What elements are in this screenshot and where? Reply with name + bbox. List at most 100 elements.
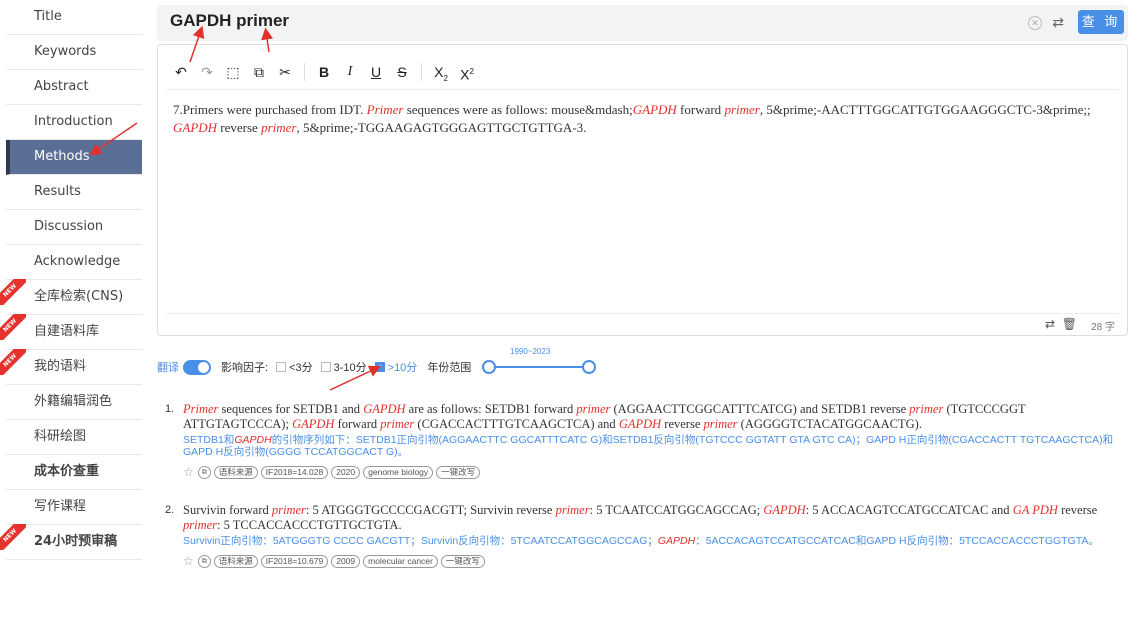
editor-content[interactable]: 7.Primers were purchased from IDT. Prime… bbox=[173, 101, 1097, 137]
sidebar-item[interactable]: NEW 我的语料 bbox=[0, 349, 142, 385]
copy-icon[interactable]: ⧉ bbox=[197, 554, 211, 568]
sidebar-item-label: 我的语料 bbox=[34, 359, 87, 374]
rewrite-button[interactable]: 一键改写 bbox=[440, 554, 485, 568]
refresh-icon[interactable]: ⇄ bbox=[1052, 14, 1064, 31]
sidebar-item-label: Introduction bbox=[34, 114, 113, 129]
meta-tag: genome biology bbox=[363, 465, 434, 479]
result-item: 2. Survivin forward primer: 5 ATGGGTGCCCC… bbox=[165, 503, 1115, 568]
filter-gt10-label[interactable]: >10分 bbox=[388, 359, 418, 375]
sidebar-item[interactable]: NEW 全库检索(CNS) bbox=[0, 279, 142, 315]
clear-icon[interactable]: ✕ bbox=[1028, 16, 1042, 30]
sidebar-item[interactable]: Introduction bbox=[6, 105, 142, 140]
meta-tag: IF2018=14.028 bbox=[260, 465, 329, 479]
sidebar-item[interactable]: Acknowledge bbox=[6, 245, 142, 280]
sidebar-item[interactable]: 写作课程 bbox=[6, 490, 142, 525]
meta-tag: 2020 bbox=[331, 465, 361, 479]
text-segment: 7.Primers were purchased from IDT. bbox=[173, 102, 367, 117]
sidebar-item[interactable]: Abstract bbox=[6, 70, 142, 105]
strikethrough-icon[interactable]: S bbox=[389, 61, 415, 83]
translate-toggle[interactable] bbox=[183, 359, 211, 375]
sidebar-item[interactable]: Title bbox=[6, 0, 142, 35]
filter-3to10-checkbox[interactable] bbox=[320, 362, 331, 372]
year-range-value: 1990~2023 bbox=[510, 347, 551, 356]
text-segment: , 5&prime;-AACTTTGGCATTGTGGAAGGGCTC-3&pr… bbox=[759, 102, 1091, 117]
sidebar-item[interactable]: Keywords bbox=[6, 35, 142, 70]
year-slider[interactable] bbox=[482, 360, 596, 374]
impact-factor-label: 影响因子: bbox=[221, 362, 269, 374]
refresh-icon[interactable]: ⇄ bbox=[1045, 317, 1055, 331]
keyword-highlight: GAPDH bbox=[363, 402, 406, 416]
result-english[interactable]: 1. Primer sequences for SETDB1 and GAPDH … bbox=[165, 402, 1115, 432]
result-tags: ☆ ⧉ 语料来源 IF2018=14.028 2020 genome biology 一键改… bbox=[165, 465, 1115, 479]
filter-lt3-label[interactable]: <3分 bbox=[289, 359, 313, 375]
result-item: 1. Primer sequences for SETDB1 and GAPDH … bbox=[165, 402, 1115, 479]
sidebar-item[interactable]: 科研绘图 bbox=[6, 420, 142, 455]
sidebar-item[interactable]: 外籍编辑润色 bbox=[6, 385, 142, 420]
text-segment: (AGGGGTCTACATGGCAACTG). bbox=[737, 417, 922, 431]
result-english[interactable]: 2. Survivin forward primer: 5 ATGGGTGCCCC… bbox=[165, 503, 1115, 533]
filter-lt3-checkbox[interactable] bbox=[276, 362, 287, 372]
keyword-highlight: primer bbox=[724, 102, 760, 117]
copy-icon[interactable]: ⧉ bbox=[246, 61, 272, 83]
italic-icon[interactable]: I bbox=[337, 61, 363, 83]
subscript-icon[interactable]: X2 bbox=[428, 61, 454, 83]
text-segment: reverse bbox=[217, 120, 262, 135]
text-segment: (AGGAACTTCGGCATTTCATCG) and SETDB1 rever… bbox=[610, 402, 910, 416]
sidebar-item-label: Keywords bbox=[34, 44, 97, 59]
sidebar-item[interactable]: Discussion bbox=[6, 210, 142, 245]
text-segment: reverse bbox=[661, 417, 704, 431]
keyword-highlight: primer bbox=[183, 518, 218, 532]
rewrite-button[interactable]: 一键改写 bbox=[436, 465, 481, 479]
query-button[interactable]: 查 询 bbox=[1078, 10, 1124, 34]
new-badge-label: NEW bbox=[0, 524, 26, 550]
sidebar-item-label: 24小时预审稿 bbox=[34, 534, 118, 549]
sidebar-item[interactable]: 成本价查重 bbox=[6, 455, 142, 490]
search-query[interactable]: GAPDH primer bbox=[170, 11, 289, 31]
char-count: 28 字 bbox=[1091, 322, 1115, 333]
sidebar-item[interactable]: Results bbox=[6, 175, 142, 210]
slider-handle-end[interactable] bbox=[582, 360, 596, 374]
footer-divider-line bbox=[166, 313, 1119, 314]
sidebar-item[interactable]: Methods bbox=[6, 140, 142, 175]
source-tag[interactable]: 语料来源 bbox=[213, 465, 258, 479]
text-segment: Survivin forward bbox=[183, 503, 272, 517]
keyword-highlight: primer bbox=[261, 120, 297, 135]
new-badge-label: NEW bbox=[0, 314, 26, 340]
meta-tag: IF2018=10.679 bbox=[260, 554, 329, 568]
text-segment: ：5ACCACAGTCCATGCCATCAC和GAPD H反向引物：5TCCAC… bbox=[695, 535, 1099, 547]
sidebar-item-label: 全库检索(CNS) bbox=[34, 289, 124, 304]
sidebar-item-label: Methods bbox=[34, 149, 90, 164]
new-badge: NEW bbox=[0, 524, 26, 550]
source-tag[interactable]: 语料来源 bbox=[213, 554, 258, 568]
toolbar-divider-line bbox=[166, 89, 1119, 90]
underline-icon[interactable]: U bbox=[363, 61, 389, 83]
sidebar-item-label: 自建语料库 bbox=[34, 324, 100, 339]
sidebar-item-label: Abstract bbox=[34, 79, 89, 94]
new-badge: NEW bbox=[0, 314, 26, 340]
filter-3to10-label[interactable]: 3-10分 bbox=[334, 359, 367, 375]
keyword-highlight: GAPDH bbox=[292, 417, 335, 431]
cut-icon[interactable]: ✂ bbox=[272, 61, 298, 83]
sidebar-item[interactable]: NEW 自建语料库 bbox=[0, 314, 142, 350]
copy-icon[interactable]: ⧉ bbox=[197, 465, 211, 479]
sidebar-item-label: Results bbox=[34, 184, 81, 199]
star-icon[interactable]: ☆ bbox=[183, 554, 194, 568]
select-all-icon[interactable]: ⬚ bbox=[220, 61, 246, 83]
keyword-highlight: GA PDH bbox=[1012, 503, 1058, 517]
filter-gt10-checkbox[interactable]: ✓ bbox=[374, 362, 385, 372]
text-segment: 的引物序列如下：SETDB1正向引物(AGGAACTTC GGCATTTCATC… bbox=[183, 434, 1114, 458]
star-icon[interactable]: ☆ bbox=[183, 465, 194, 479]
sidebar-item[interactable]: NEW 24小时预审稿 bbox=[0, 524, 142, 560]
text-segment: : 5 ATGGGTGCCCCGACGTT; Survivin reverse bbox=[305, 503, 556, 517]
keyword-highlight: Primer bbox=[366, 102, 404, 117]
text-segment: SETDB1和 bbox=[183, 434, 235, 446]
superscript-icon[interactable]: X2 bbox=[454, 61, 480, 83]
slider-handle-start[interactable] bbox=[482, 360, 496, 374]
new-badge-label: NEW bbox=[0, 349, 26, 375]
keyword-highlight: primer bbox=[703, 417, 738, 431]
undo-icon[interactable]: ↶ bbox=[168, 61, 194, 83]
text-segment: Survivin正向引物：5ATGGGTG CCCC GACGTT；Surviv… bbox=[183, 535, 658, 547]
trash-icon[interactable]: 🗑 bbox=[1062, 317, 1077, 331]
bold-icon[interactable]: B bbox=[311, 61, 337, 83]
redo-icon[interactable]: ↷ bbox=[194, 61, 220, 83]
